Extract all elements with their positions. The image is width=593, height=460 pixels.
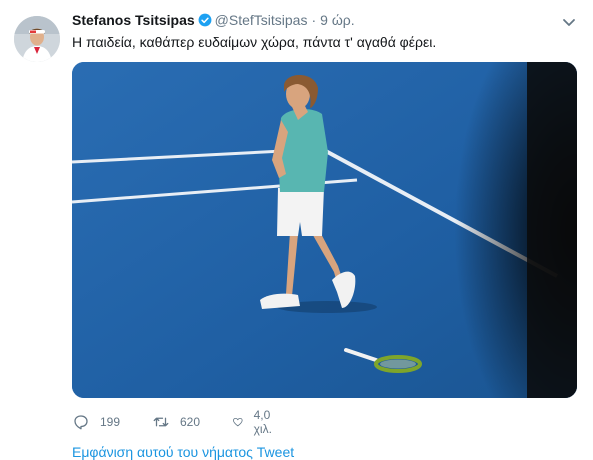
author-name[interactable]: Stefanos Tsitsipas: [72, 12, 195, 28]
retweet-icon: [153, 417, 169, 427]
avatar[interactable]: [14, 16, 60, 62]
retweet-count: 620: [180, 415, 201, 429]
retweet-action[interactable]: 620: [152, 412, 200, 432]
reply-icon: [74, 415, 88, 430]
heart-icon: [233, 417, 243, 427]
avatar-image: [14, 16, 60, 62]
reply-count: 199: [100, 415, 121, 429]
reply-action[interactable]: 199: [72, 412, 120, 432]
tweet-card[interactable]: Stefanos Tsitsipas @StefTsitsipas · 9 ώρ. Η…: [0, 0, 593, 460]
like-action[interactable]: 4,0 χιλ.: [232, 408, 278, 436]
tweet-header: Stefanos Tsitsipas @StefTsitsipas · 9 ώρ.: [72, 12, 355, 32]
tweet-photo[interactable]: [72, 62, 577, 398]
show-thread-link[interactable]: Εμφάνιση αυτού του νήματος Tweet: [72, 444, 294, 460]
separator-dot: ·: [311, 12, 317, 28]
verified-badge-icon: [198, 13, 212, 27]
timestamp[interactable]: 9 ώρ.: [320, 12, 354, 28]
tennis-photo: [72, 62, 577, 398]
tweet-text: Η παιδεία, καθάπερ ευδαίμων χώρα, πάντα …: [72, 34, 437, 50]
author-handle[interactable]: @StefTsitsipas: [215, 12, 308, 28]
chevron-down-icon[interactable]: [561, 14, 577, 30]
like-count: 4,0 χιλ.: [253, 408, 272, 436]
